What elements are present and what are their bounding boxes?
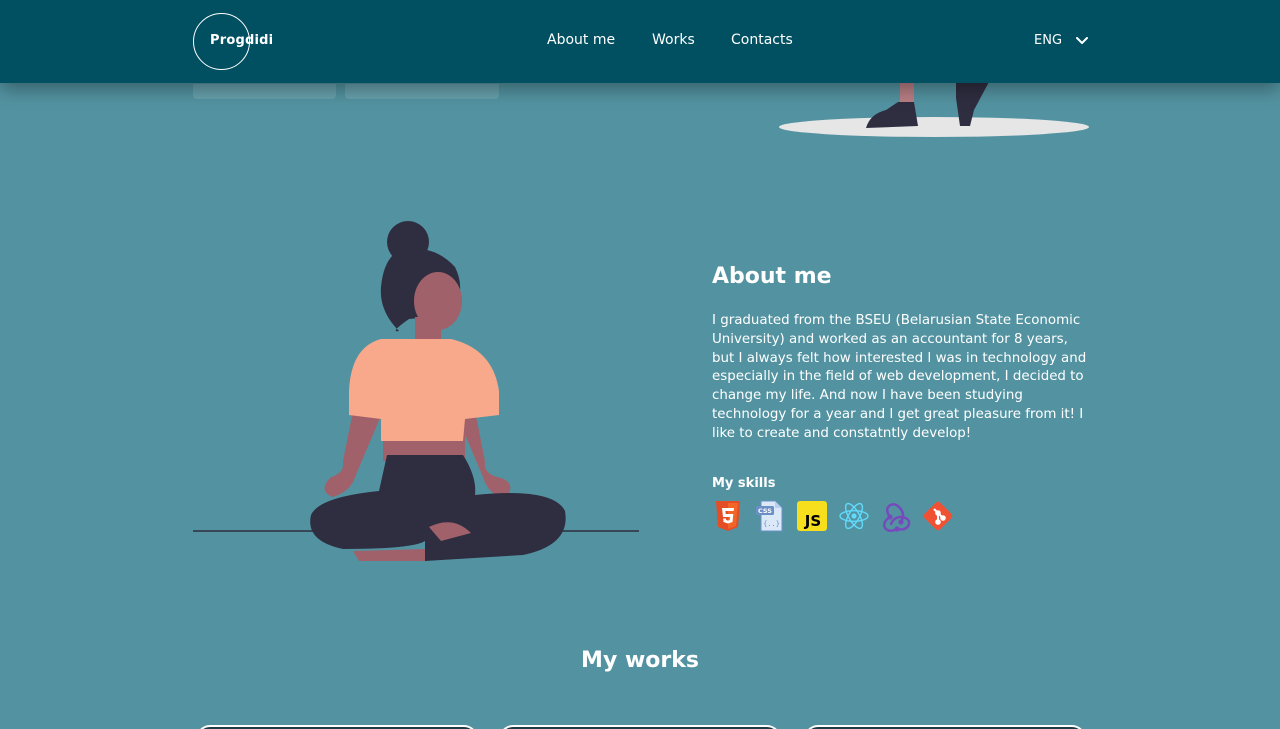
about-title: About me bbox=[712, 264, 832, 289]
svg-text:JS: JS bbox=[804, 512, 821, 530]
chevron-down-icon bbox=[1076, 36, 1089, 44]
redux-icon bbox=[880, 500, 912, 532]
svg-text:CSS: CSS bbox=[758, 507, 772, 515]
about-description: I graduated from the BSEU (Belarusian St… bbox=[712, 313, 1087, 441]
work-card[interactable] bbox=[499, 725, 781, 729]
meditating-woman-illustration bbox=[193, 221, 639, 561]
language-select[interactable]: ENG bbox=[1034, 33, 1089, 48]
language-label: ENG bbox=[1034, 33, 1063, 48]
nav-link-contacts[interactable]: Contacts bbox=[731, 32, 793, 48]
skills-title: My skills bbox=[712, 476, 776, 491]
git-icon bbox=[922, 500, 954, 532]
work-card[interactable] bbox=[196, 725, 478, 729]
work-card[interactable] bbox=[804, 725, 1086, 729]
nav-link-works[interactable]: Works bbox=[652, 32, 695, 48]
svg-text:{..}: {..} bbox=[763, 520, 780, 528]
nav-link-about[interactable]: About me bbox=[547, 32, 615, 48]
skills-list: CSS {..} JS bbox=[712, 500, 964, 532]
html5-icon bbox=[712, 500, 744, 532]
hidden-button-left bbox=[193, 84, 336, 99]
javascript-icon: JS bbox=[796, 500, 828, 532]
css-icon: CSS {..} bbox=[754, 500, 786, 532]
site-header: Progdidi About me Works Contacts ENG bbox=[0, 0, 1280, 83]
hidden-button-right bbox=[345, 84, 499, 99]
works-title: My works bbox=[581, 648, 699, 673]
react-icon bbox=[838, 500, 870, 532]
